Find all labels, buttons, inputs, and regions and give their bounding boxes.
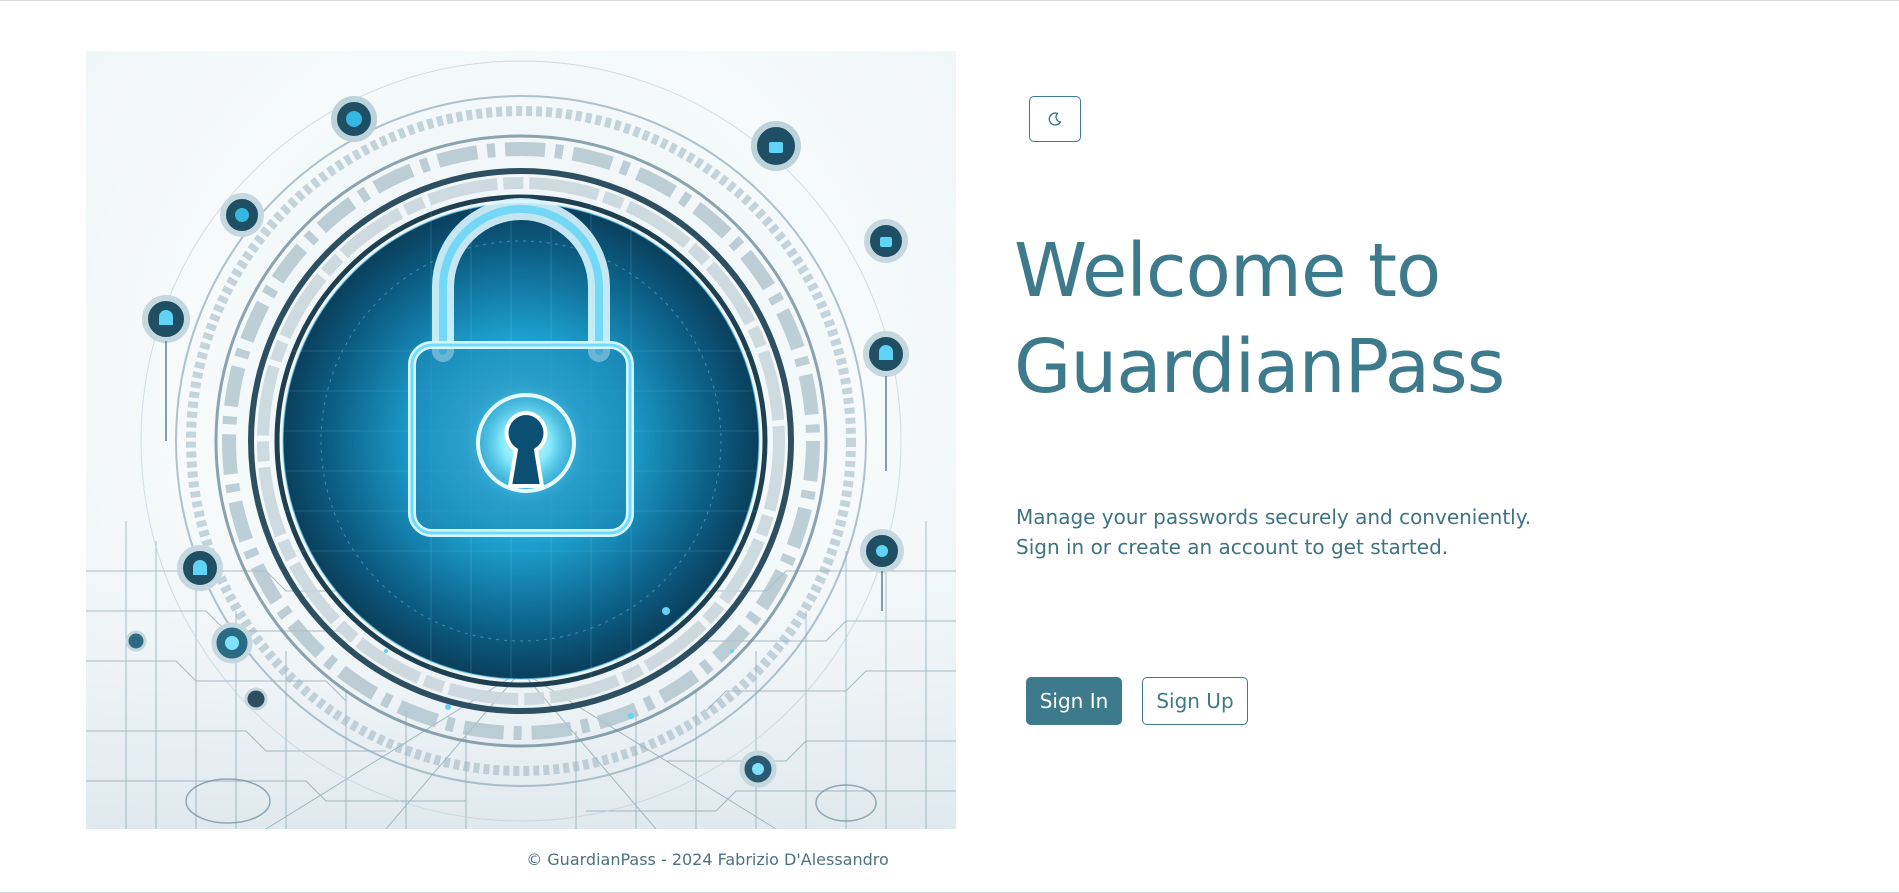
description-line-2: Sign in or create an account to get star… (1016, 535, 1449, 559)
page-title: Welcome to GuardianPass (1014, 223, 1505, 415)
footer-copyright: © GuardianPass - 2024 Fabrizio D'Alessan… (526, 850, 889, 869)
moon-icon (1047, 111, 1063, 127)
hero-illustration (86, 51, 956, 829)
title-line-2: GuardianPass (1014, 324, 1505, 410)
description-line-1: Manage your passwords securely and conve… (1016, 505, 1532, 529)
title-line-1: Welcome to (1014, 228, 1441, 314)
hero-description: Manage your passwords securely and conve… (1016, 502, 1531, 562)
sign-up-button[interactable]: Sign Up (1142, 677, 1248, 725)
theme-toggle-button[interactable] (1029, 96, 1081, 142)
sign-in-button[interactable]: Sign In (1026, 677, 1122, 725)
